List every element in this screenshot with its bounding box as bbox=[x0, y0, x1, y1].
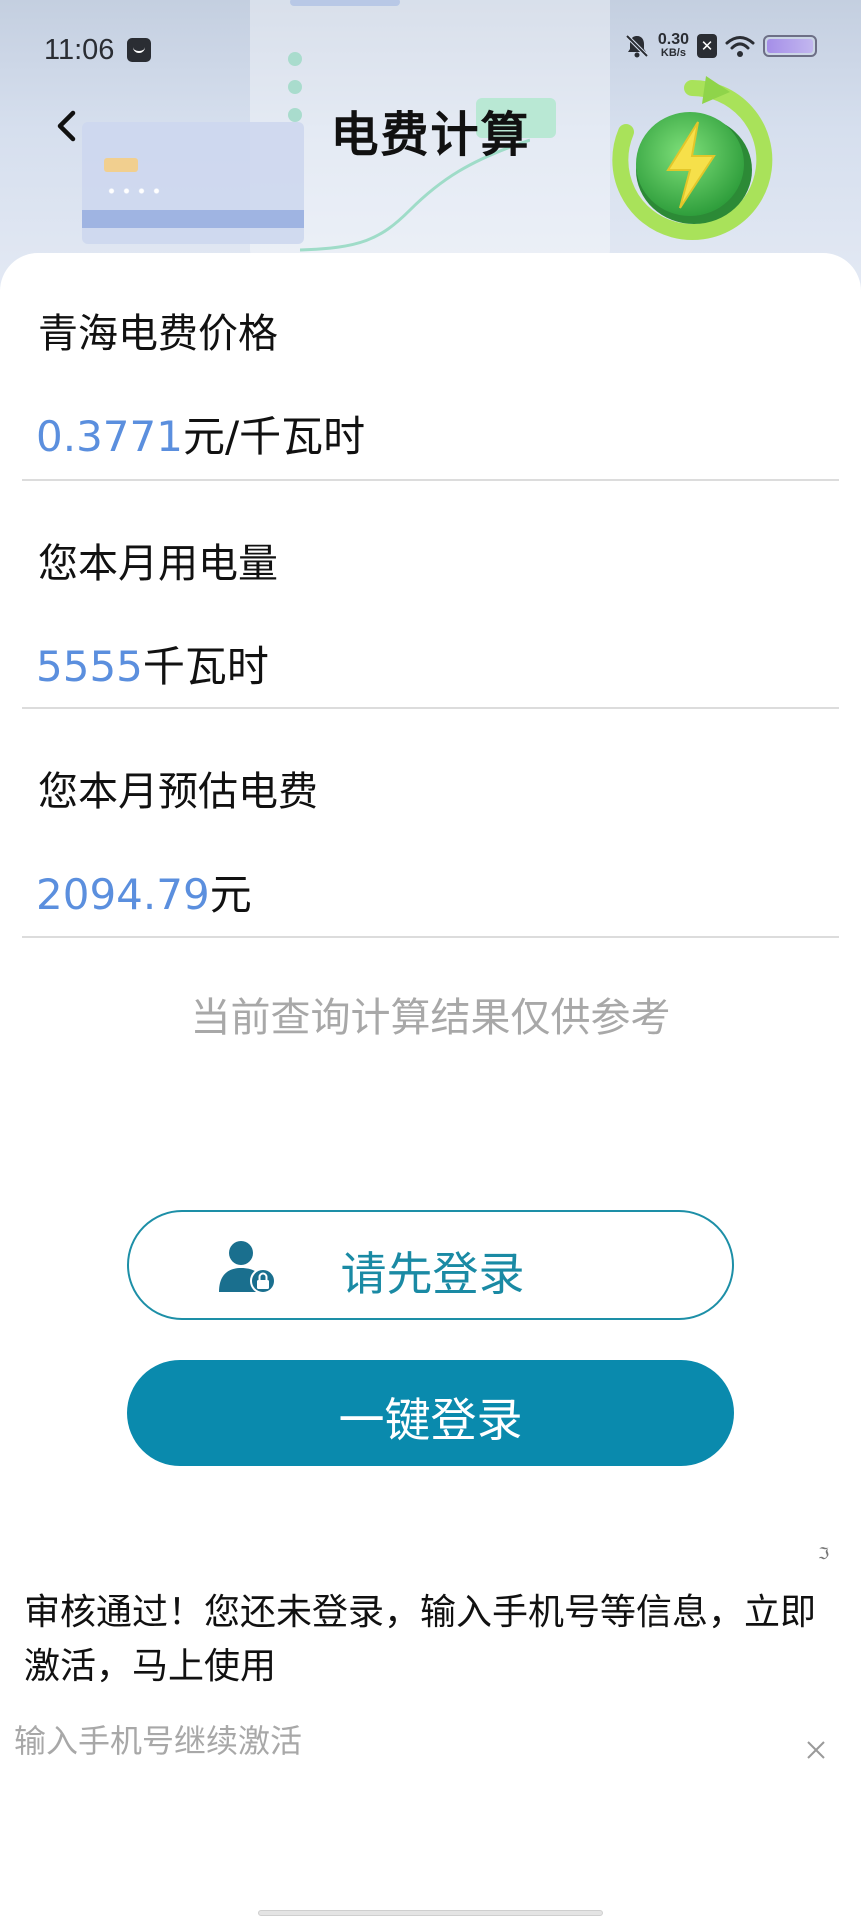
phone-activation-input[interactable]: 输入手机号继续激活 bbox=[14, 1716, 302, 1762]
estimated-fee-value: 2094.79元 bbox=[36, 861, 252, 922]
wifi-icon bbox=[725, 35, 755, 57]
home-indicator[interactable] bbox=[258, 1910, 603, 1916]
disclaimer-text: 当前查询计算结果仅供参考 bbox=[190, 995, 671, 1041]
activation-notice: 审核通过！您还未登录，输入手机号等信息，立即激活，马上使用 bbox=[24, 1592, 817, 1687]
usage-number: 5555 bbox=[36, 642, 143, 691]
battery-icon bbox=[763, 34, 817, 57]
status-icons: 0.30 KB/s ✕ bbox=[624, 32, 817, 59]
message-icon bbox=[127, 38, 151, 62]
usage-value: 5555千瓦时 bbox=[36, 633, 269, 694]
price-unit: 元/千瓦时 bbox=[182, 412, 366, 461]
decorative-mark-icon: ℑ bbox=[818, 1544, 830, 1563]
sim-blocked-icon: ✕ bbox=[697, 33, 717, 58]
estimated-fee-number: 2094.79 bbox=[36, 870, 210, 919]
one-click-login-label: 一键登录 bbox=[338, 1393, 523, 1447]
close-notice-button[interactable] bbox=[800, 1734, 832, 1766]
network-speed-unit: KB/s bbox=[660, 47, 686, 59]
price-row: 青海电费价格 0.3771元/千瓦时 bbox=[22, 253, 839, 481]
estimated-fee-label: 您本月预估电费 bbox=[38, 769, 318, 815]
usage-row: 您本月用电量 5555千瓦时 bbox=[22, 481, 839, 709]
network-speed: 0.30 KB/s bbox=[658, 32, 689, 59]
price-value: 0.3771元/千瓦时 bbox=[36, 403, 365, 464]
mute-bell-icon bbox=[625, 34, 649, 57]
login-prompt-button[interactable]: 请先登录 bbox=[127, 1210, 734, 1320]
login-prompt-label: 请先登录 bbox=[340, 1247, 525, 1301]
usage-label: 您本月用电量 bbox=[38, 541, 278, 587]
usage-unit: 千瓦时 bbox=[142, 642, 269, 691]
estimated-fee-unit: 元 bbox=[209, 870, 252, 919]
lightning-bolt-icon bbox=[612, 76, 773, 240]
price-label: 青海电费价格 bbox=[38, 311, 278, 357]
estimated-fee-row: 您本月预估电费 2094.79元 bbox=[22, 709, 839, 938]
close-icon bbox=[807, 1741, 825, 1759]
status-time: 11:06 bbox=[44, 34, 115, 66]
network-speed-value: 0.30 bbox=[657, 31, 689, 48]
price-number: 0.3771 bbox=[36, 412, 183, 461]
one-click-login-button[interactable]: 一键登录 bbox=[127, 1360, 734, 1466]
